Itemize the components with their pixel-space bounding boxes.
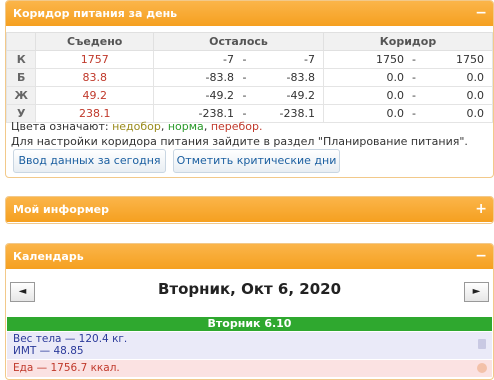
header-remaining: Осталось: [153, 32, 324, 51]
range-sep: -: [242, 89, 247, 102]
corridor-panel-header[interactable]: Коридор питания за день −: [6, 1, 493, 26]
remaining-from: -49.2: [205, 89, 235, 102]
range-sep: -: [412, 89, 416, 102]
remaining-from: -83.8: [205, 71, 235, 84]
corridor-from: 0.0: [386, 71, 405, 84]
informer-panel-header[interactable]: Мой информер +: [6, 197, 493, 222]
remaining-to: -83.8: [286, 71, 315, 84]
range-sep: -: [412, 53, 416, 66]
corridor-to: 1750: [456, 53, 484, 66]
range-sep: -: [412, 107, 416, 120]
informer-panel-title: Мой информер: [13, 203, 110, 216]
corridor-to: 0.0: [466, 107, 485, 120]
corridor-from: 0.0: [386, 107, 405, 120]
scale-icon: [478, 339, 486, 349]
calendar-date-title: Вторник, Окт 6, 2020: [157, 280, 342, 298]
calendar-panel-header[interactable]: Календарь −: [6, 244, 493, 269]
legend-under: недобор: [112, 120, 161, 133]
eaten-value: 1757: [35, 50, 155, 69]
row-label: Б: [6, 68, 37, 87]
food-entry[interactable]: Еда — 1756.7 ккал.: [7, 360, 492, 377]
informer-panel: Мой информер +: [5, 196, 494, 224]
collapse-icon[interactable]: −: [475, 1, 487, 26]
enter-today-data-button[interactable]: Ввод данных за сегодня: [13, 149, 166, 173]
mark-critical-days-button[interactable]: Отметить критические дни: [173, 149, 340, 173]
table-row: К 1757 -7- -7 1750-1750: [6, 50, 493, 69]
arrow-right-icon: ►: [472, 286, 481, 297]
corridor-from: 1750: [376, 53, 404, 66]
table-row: Ж 49.2 -49.2- -49.2 0.0-0.0: [6, 86, 493, 105]
expand-icon[interactable]: +: [475, 197, 487, 222]
color-legend: Цвета означают: недобор, норма, перебор.: [11, 120, 263, 133]
remaining-from: -238.1: [198, 107, 235, 120]
corridor-panel-title: Коридор питания за день: [13, 7, 178, 20]
bmi-line: ИМТ — 48.85: [13, 345, 84, 357]
remaining-from: -7: [223, 53, 235, 66]
eaten-value: 49.2: [35, 86, 155, 105]
remaining-to: -49.2: [286, 89, 315, 102]
legend-norm: норма: [167, 120, 204, 133]
row-label: Ж: [6, 86, 37, 105]
corridor-table: Съедено Осталось Коридор К 1757 -7- -7 17…: [6, 32, 493, 123]
planning-hint: Для настройки коридора питания зайдите в…: [11, 135, 468, 148]
corner-cell: [6, 32, 37, 51]
range-sep: -: [242, 71, 247, 84]
day-header[interactable]: Вторник 6.10: [7, 317, 492, 331]
header-eaten: Съедено: [35, 32, 155, 51]
calendar-panel: Календарь − ◄ Вторник, Окт 6, 2020 ► Вто…: [5, 243, 494, 380]
corridor-to: 0.0: [466, 89, 485, 102]
food-line: Еда — 1756.7 ккал.: [13, 362, 120, 374]
legend-over: перебор.: [210, 120, 263, 133]
row-label: К: [6, 50, 37, 69]
collapse-icon[interactable]: −: [475, 244, 487, 269]
apple-icon: [477, 363, 487, 373]
corridor-to: 0.0: [466, 71, 485, 84]
range-sep: -: [412, 71, 416, 84]
range-sep: -: [242, 107, 247, 120]
eaten-value: 83.8: [35, 68, 155, 87]
weight-entry[interactable]: Вес тела — 120.4 кг. ИМТ — 48.85: [7, 332, 492, 359]
weight-line: Вес тела — 120.4 кг.: [13, 333, 128, 345]
table-row: Б 83.8 -83.8- -83.8 0.0-0.0: [6, 68, 493, 87]
corridor-panel: Коридор питания за день − Съедено Остало…: [5, 0, 494, 178]
calendar-panel-title: Календарь: [13, 250, 84, 263]
next-day-button[interactable]: ►: [464, 282, 489, 302]
remaining-to: -238.1: [279, 107, 315, 120]
range-sep: -: [242, 53, 247, 66]
remaining-to: -7: [304, 53, 315, 66]
corridor-from: 0.0: [386, 89, 405, 102]
legend-prefix: Цвета означают:: [11, 120, 109, 133]
header-corridor: Коридор: [323, 32, 493, 51]
corridor-table-header: Съедено Осталось Коридор: [6, 32, 493, 51]
